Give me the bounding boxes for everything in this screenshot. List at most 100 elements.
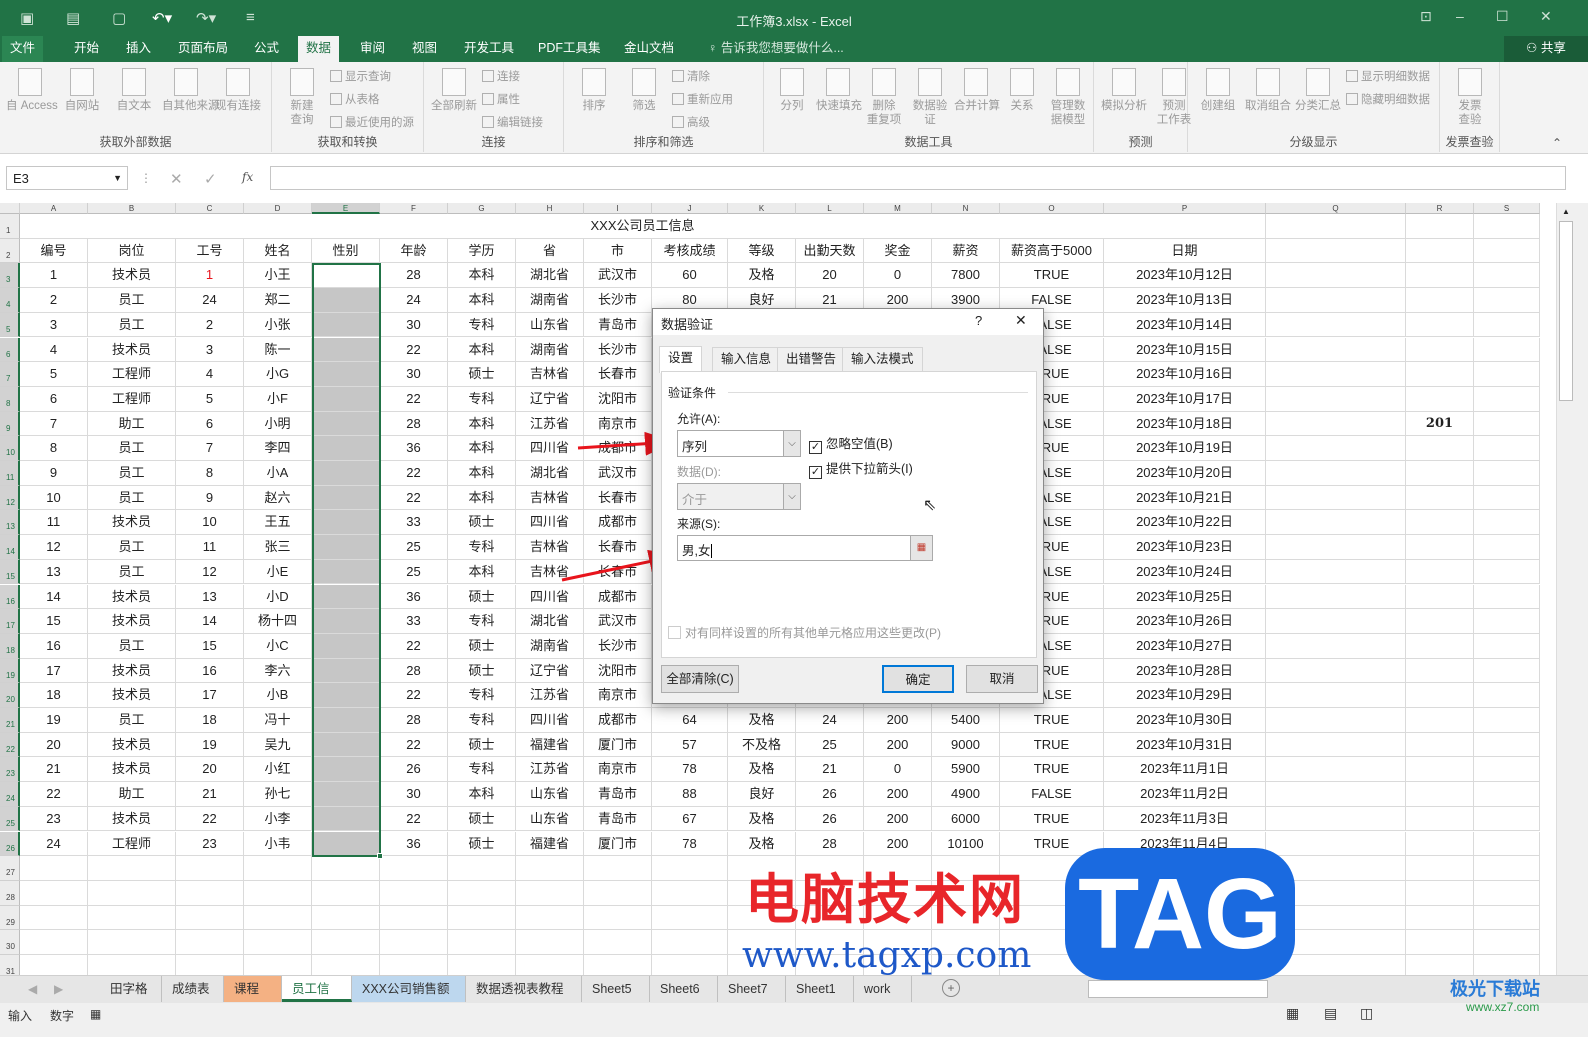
cell[interactable]: [20, 955, 88, 975]
cell[interactable]: [584, 856, 652, 881]
cell[interactable]: 员工: [88, 288, 176, 313]
cell[interactable]: [1266, 214, 1406, 239]
cell[interactable]: 200: [864, 708, 932, 733]
cell[interactable]: [1266, 411, 1406, 437]
cell[interactable]: [244, 856, 312, 881]
cell[interactable]: 小F: [244, 386, 312, 412]
cell[interactable]: 王五: [244, 510, 312, 536]
cell[interactable]: 硕士: [448, 831, 516, 857]
cell[interactable]: [1474, 559, 1540, 585]
prev-sheet-icon[interactable]: ◀: [28, 982, 37, 996]
cell[interactable]: 28: [380, 708, 448, 733]
cell[interactable]: 奖金: [864, 238, 932, 264]
cell[interactable]: TRUE: [1000, 708, 1104, 733]
cell[interactable]: 性别: [312, 238, 380, 264]
cell[interactable]: 青岛市: [584, 312, 652, 338]
ribbon-small-button[interactable]: 显示明细数据: [1346, 68, 1430, 84]
cell[interactable]: 本科: [448, 461, 516, 486]
cell[interactable]: 15: [176, 633, 244, 659]
dropdown-arrow-checkbox[interactable]: ✓ 提供下拉箭头(I): [809, 458, 913, 479]
cell[interactable]: [1406, 708, 1474, 733]
cell[interactable]: 36: [380, 436, 448, 461]
menu-tab-4[interactable]: 公式: [246, 36, 287, 62]
cell[interactable]: 0: [864, 263, 932, 289]
cell[interactable]: 日期: [1104, 238, 1266, 264]
cell[interactable]: 员工: [88, 312, 176, 338]
ribbon-button[interactable]: 自 Access: [6, 68, 58, 113]
cell[interactable]: 南京市: [584, 411, 652, 437]
cell[interactable]: 16: [20, 633, 88, 659]
cell[interactable]: 15: [20, 609, 88, 634]
cell[interactable]: 5: [176, 386, 244, 412]
cell[interactable]: 湖北省: [516, 609, 584, 634]
cell[interactable]: 小G: [244, 362, 312, 387]
cell[interactable]: 硕士: [448, 806, 516, 832]
row-header[interactable]: 28: [0, 880, 20, 906]
help-button[interactable]: ?: [975, 313, 982, 328]
cell[interactable]: 78: [652, 831, 728, 857]
dialog-close-button[interactable]: ✕: [1015, 312, 1027, 329]
cell[interactable]: 36: [380, 584, 448, 610]
cell[interactable]: [1474, 238, 1540, 264]
cell[interactable]: 福建省: [516, 831, 584, 857]
cell[interactable]: 2023年10月12日: [1104, 263, 1266, 289]
sheet-tab[interactable]: Sheet6: [650, 976, 718, 1002]
cell[interactable]: TRUE: [1000, 732, 1104, 758]
cell[interactable]: [652, 955, 728, 975]
cell[interactable]: 技术员: [88, 337, 176, 363]
cell[interactable]: 26: [380, 757, 448, 783]
source-input[interactable]: 男,女 ▦: [677, 535, 933, 561]
cell[interactable]: 5: [20, 362, 88, 387]
tell-me-search[interactable]: ♀ 告诉我您想要做什么...: [700, 36, 852, 62]
column-header-H[interactable]: H: [516, 203, 584, 214]
cell[interactable]: 10: [20, 485, 88, 511]
cell[interactable]: [1266, 362, 1406, 387]
column-header-G[interactable]: G: [448, 203, 516, 214]
cell[interactable]: 60: [652, 263, 728, 289]
ribbon-display-icon[interactable]: ⊡: [1420, 8, 1432, 25]
cell[interactable]: 2023年11月3日: [1104, 806, 1266, 832]
cell[interactable]: 2023年10月27日: [1104, 633, 1266, 659]
cell[interactable]: [1266, 263, 1406, 289]
cell[interactable]: 24: [796, 708, 864, 733]
cell[interactable]: 孙七: [244, 782, 312, 807]
cell[interactable]: [652, 905, 728, 931]
cell[interactable]: 18: [176, 708, 244, 733]
column-header-O[interactable]: O: [1000, 203, 1104, 214]
cell[interactable]: 小王: [244, 263, 312, 289]
cell[interactable]: [1474, 485, 1540, 511]
ribbon-button[interactable]: 新建 查询: [278, 68, 326, 127]
cell[interactable]: 2023年10月28日: [1104, 658, 1266, 684]
ribbon-small-button[interactable]: 属性: [482, 91, 520, 107]
cell[interactable]: 3: [176, 337, 244, 363]
cell[interactable]: 成都市: [584, 510, 652, 536]
cell[interactable]: 26: [796, 782, 864, 807]
cell[interactable]: 小韦: [244, 831, 312, 857]
sheet-tab[interactable]: 成绩表: [162, 976, 224, 1002]
cell[interactable]: 201: [1406, 411, 1474, 437]
cell[interactable]: 岗位: [88, 238, 176, 264]
cell[interactable]: 2023年10月24日: [1104, 559, 1266, 585]
cell[interactable]: [380, 856, 448, 881]
sheet-tab[interactable]: 田字格: [100, 976, 162, 1002]
cell[interactable]: 22: [20, 782, 88, 807]
cell[interactable]: [1406, 263, 1474, 289]
cell[interactable]: [1406, 312, 1474, 338]
cell[interactable]: [1474, 708, 1540, 733]
cell[interactable]: 1: [176, 263, 244, 289]
cell[interactable]: [584, 930, 652, 955]
cell[interactable]: [1266, 461, 1406, 486]
cell[interactable]: [176, 955, 244, 975]
ribbon-small-button[interactable]: 编辑链接: [482, 114, 543, 130]
cell[interactable]: [1266, 584, 1406, 610]
cell[interactable]: [1406, 485, 1474, 511]
cell[interactable]: [584, 955, 652, 975]
cell[interactable]: 厦门市: [584, 831, 652, 857]
row-header[interactable]: 8: [0, 386, 20, 412]
cell[interactable]: [1406, 337, 1474, 363]
cell[interactable]: [1406, 362, 1474, 387]
cell[interactable]: 3: [20, 312, 88, 338]
column-header-B[interactable]: B: [88, 203, 176, 214]
cell[interactable]: 厦门市: [584, 732, 652, 758]
cell[interactable]: [448, 856, 516, 881]
